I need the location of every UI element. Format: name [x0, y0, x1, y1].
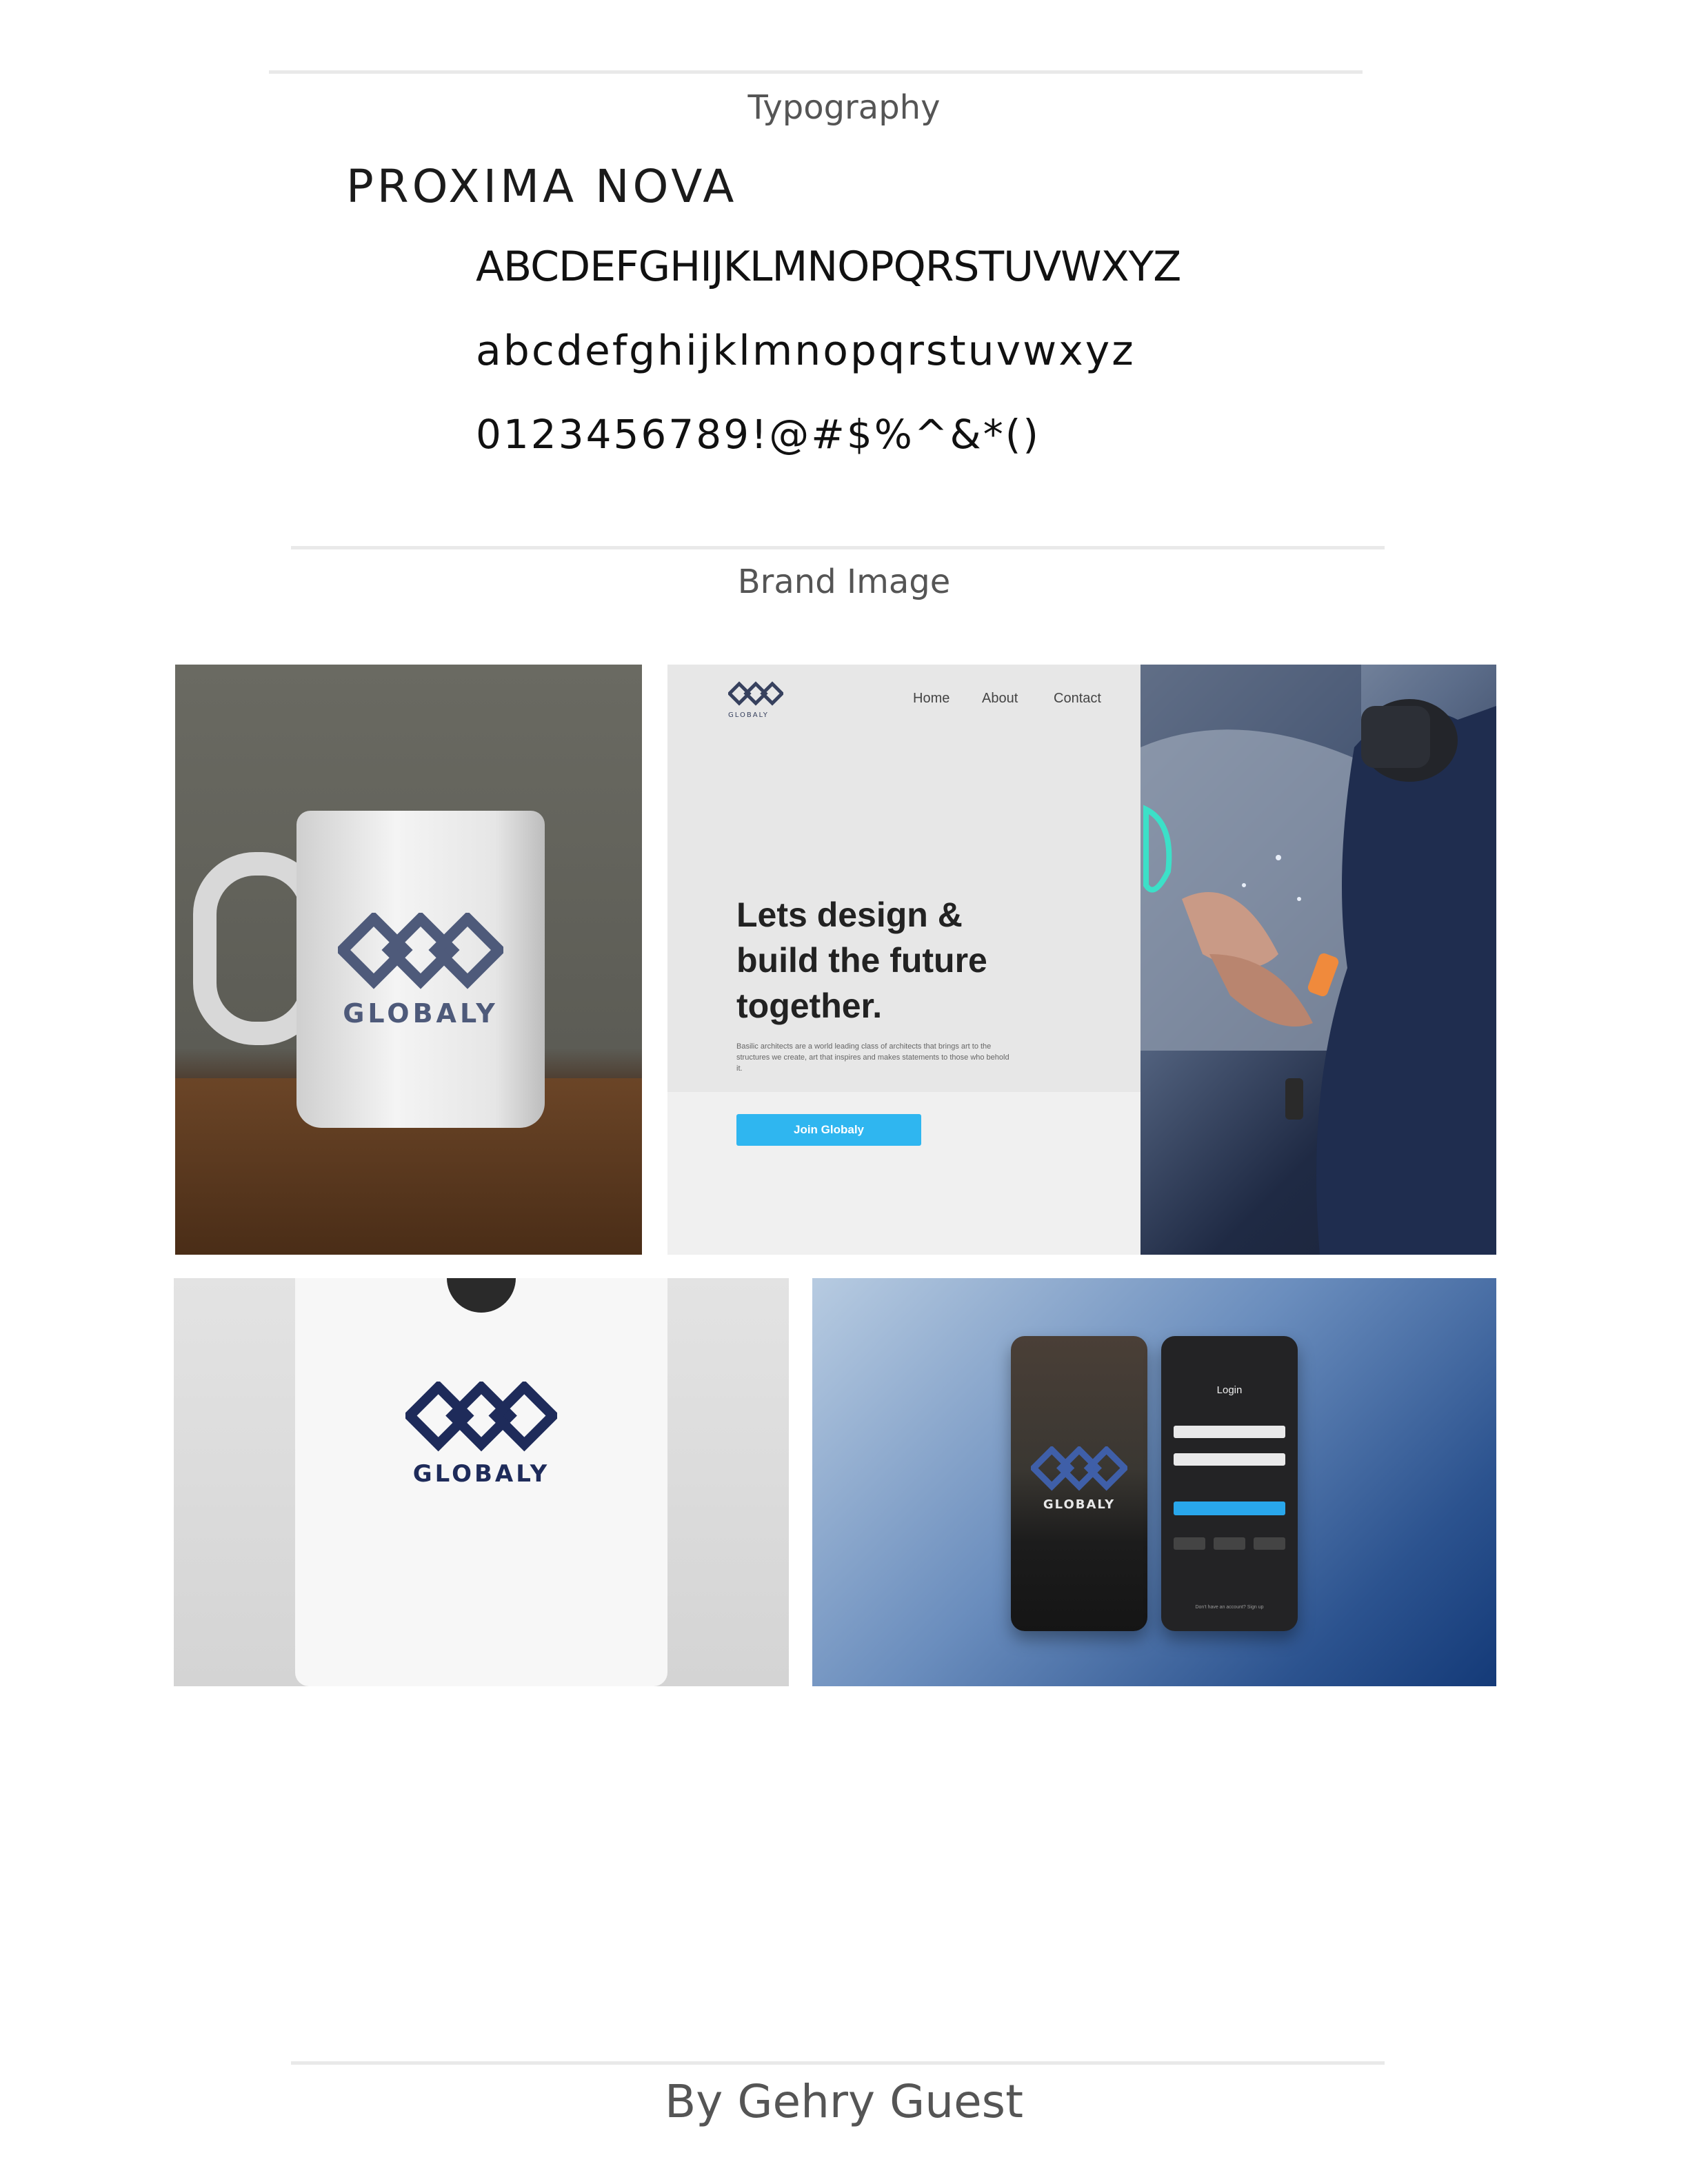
splash-wordmark: GLOBALY: [1043, 1497, 1116, 1512]
mug-logo-wordmark: GLOBALY: [343, 998, 499, 1029]
lowercase-sample: abcdefghijklmnopqrstuvwxyz: [476, 327, 1136, 375]
login-button[interactable]: [1174, 1502, 1285, 1515]
typography-heading: Typography: [747, 88, 941, 127]
website-logo: GLOBALY: [727, 681, 785, 719]
tshirt-logo-wordmark: GLOBALY: [412, 1460, 550, 1488]
social-login-google[interactable]: [1174, 1537, 1205, 1550]
tshirt-logo: GLOBALY: [378, 1379, 585, 1488]
nav-home[interactable]: Home: [913, 691, 950, 707]
social-login-apple[interactable]: [1214, 1537, 1245, 1550]
globaly-logo-icon: [727, 681, 785, 706]
mobile-app-mockup: GLOBALY Login Don't have an account? Sig…: [812, 1278, 1496, 1686]
signup-prompt[interactable]: Don't have an account? Sign up: [1161, 1605, 1298, 1610]
website-logo-wordmark: GLOBALY: [728, 711, 769, 719]
mug-photo: GLOBALY: [175, 665, 642, 1255]
join-button[interactable]: Join Globaly: [736, 1114, 921, 1146]
nav-contact[interactable]: Contact: [1054, 691, 1101, 707]
author-credit: By Gehry Guest: [665, 2075, 1023, 2128]
font-name: PROXIMA NOVA: [346, 160, 738, 213]
brand-image-heading: Brand Image: [737, 563, 951, 601]
password-field[interactable]: [1174, 1453, 1285, 1466]
phone-login-screen: Login Don't have an account? Sign up: [1161, 1336, 1298, 1631]
username-field[interactable]: [1174, 1426, 1285, 1438]
vr-headset-photo: [1141, 665, 1496, 1255]
uppercase-sample: ABCDEFGHIJKLMNOPQRSTUVWXYZ: [476, 243, 1181, 291]
website-headline: Lets design & build the future together.: [736, 896, 987, 1025]
social-login-facebook[interactable]: [1254, 1537, 1285, 1550]
numerals-sample: 0123456789!@#$%^&*(): [476, 411, 1041, 458]
globaly-logo-icon: [402, 1379, 561, 1452]
tshirt-photo: GLOBALY: [174, 1278, 789, 1686]
nav-about[interactable]: About: [982, 691, 1018, 707]
vr-scene-illustration: [1141, 665, 1496, 1255]
login-title: Login: [1216, 1384, 1243, 1396]
globaly-logo-icon: [334, 911, 507, 989]
divider-footer: [291, 2061, 1385, 2065]
website-mockup: GLOBALY Home About Contact Lets design &…: [667, 665, 1141, 1255]
phone-splash-screen: GLOBALY: [1011, 1336, 1147, 1631]
divider-top: [269, 70, 1363, 74]
mug-logo: GLOBALY: [317, 911, 524, 1029]
globaly-logo-icon: [1031, 1446, 1127, 1491]
divider-brand: [291, 546, 1385, 549]
website-body-text: Basilic architects are a world leading c…: [736, 1042, 1009, 1073]
